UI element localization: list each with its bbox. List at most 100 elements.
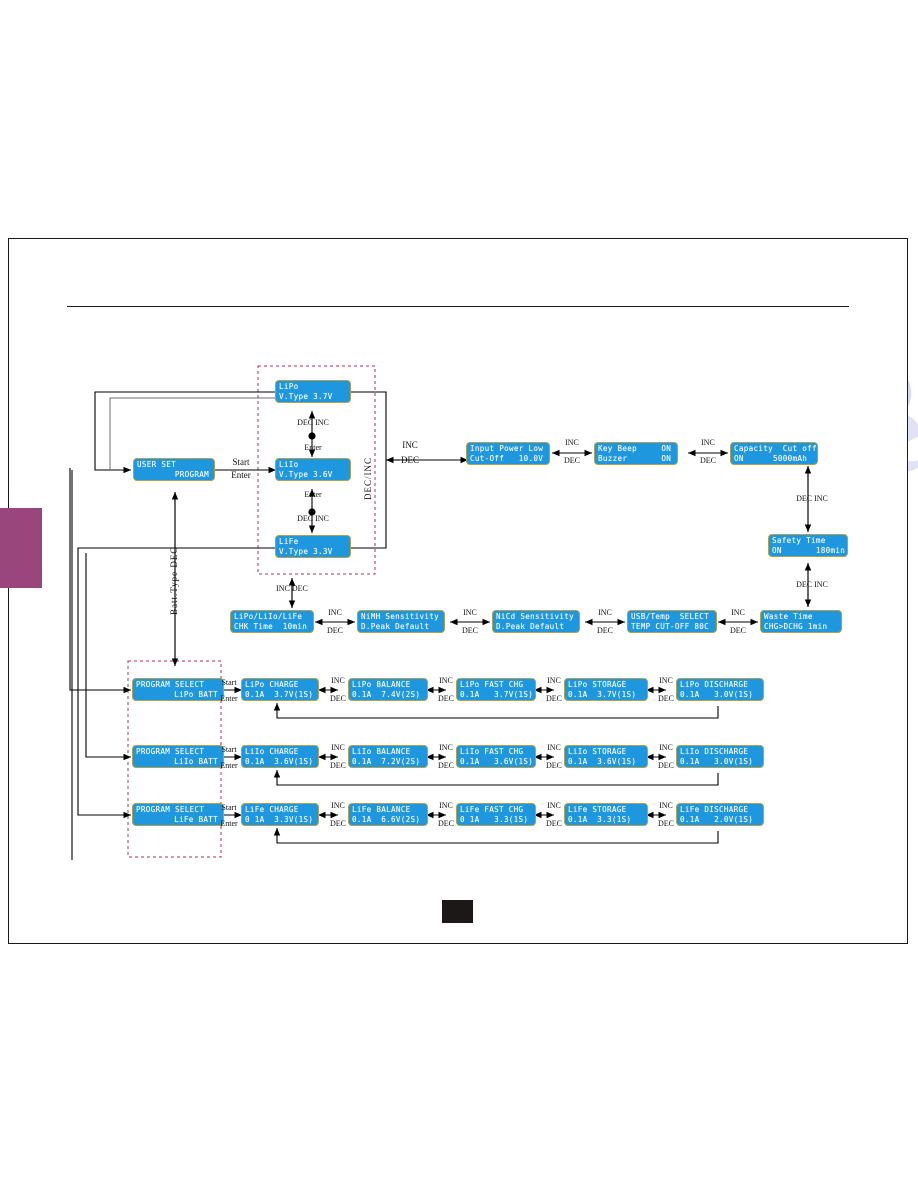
screen-user-set-program[interactable]: USER SET PROGRAM: [133, 458, 215, 481]
label-start-userset: Start: [232, 457, 250, 467]
screen-line-2: D.Peak Default: [361, 621, 430, 631]
screen-line-2: 0.1A 3.6V(1S): [245, 756, 314, 766]
screen-line-2: CHK Time 10min: [234, 621, 308, 631]
label-dec-lipo-1: DEC: [330, 694, 346, 703]
label-dec-liio-1: DEC: [330, 761, 346, 770]
screen-life-balance[interactable]: LiFe BALANCE 0.1A 6.6V(2S): [348, 803, 428, 826]
screen-line-1: LiFe: [279, 537, 299, 546]
screen-line-2: 0 1A 3.3(1S): [460, 814, 529, 824]
screen-lipo-charge[interactable]: LiPo CHARGE 0.1A 3.7V(1S): [241, 678, 319, 701]
label-enter-liio: Enter: [220, 761, 238, 770]
screen-line-1: USER SET: [137, 460, 176, 469]
screen-program-select-lipo[interactable]: PROGRAM SELECT LiPo BATT: [132, 678, 224, 701]
screen-waste-time[interactable]: Waste Time CHG>DCHG 1min: [760, 610, 842, 633]
screen-line-2: 0.1A 3.6V(1S): [568, 756, 637, 766]
label-start-life: Start: [221, 803, 237, 812]
screen-safety-time[interactable]: Safety Time ON 180min: [768, 534, 848, 557]
screen-life-storage[interactable]: LiFe STORAGE 0.1A 3.3(1S): [564, 803, 648, 826]
screen-line-1: LiIo BALANCE: [352, 747, 411, 756]
label-dec-life-2: DEC: [438, 819, 454, 828]
screen-line-1: LiPo: [279, 382, 299, 391]
label-inc-powerlow-keybeep: INC: [565, 438, 579, 447]
screen-lipo-vtype[interactable]: LiPo V.Type 3.7V: [275, 380, 351, 403]
screen-liio-vtype[interactable]: LiIo V.Type 3.6V: [275, 458, 351, 481]
screen-line-1: PROGRAM SELECT: [136, 680, 205, 689]
screen-liio-fast-chg[interactable]: LiIo FAST CHG 0.1A 3.6V(1S): [456, 745, 536, 768]
screen-line-1: LiPo/LiIo/LiFe: [234, 612, 303, 621]
screen-line-1: PROGRAM SELECT: [136, 747, 205, 756]
label-inc-life-2: INC: [439, 801, 453, 810]
screen-line-2: V.Type 3.7V: [279, 391, 333, 401]
screen-liio-balance[interactable]: LiIo BALANCE 0.1A 7.2V(2S): [348, 745, 428, 768]
screen-line-1: LiIo DISCHARGE: [680, 747, 749, 756]
label-dec-bus: DEC: [401, 455, 419, 465]
screen-line-1: LiPo CHARGE: [245, 680, 299, 689]
screen-line-2: CHG>DCHG 1min: [764, 621, 828, 631]
screen-life-discharge[interactable]: LiFe DISCHARGE 0.1A 2.0V(1S): [676, 803, 764, 826]
screen-line-2: TEMP CUT-OFF 80C: [631, 621, 709, 631]
label-inc-life-1: INC: [331, 801, 345, 810]
screen-line-1: LiFe CHARGE: [245, 805, 299, 814]
label-dec-nimh-nicd: DEC: [462, 626, 478, 635]
screen-nimh-sensitivity[interactable]: NiMH Sensitivity D.Peak Default: [357, 610, 445, 633]
label-dec-inc-liio-life: DEC INC: [297, 514, 329, 523]
label-inc-nicd-usb: INC: [598, 608, 612, 617]
label-dec-powerlow-keybeep: DEC: [564, 456, 580, 465]
screen-liio-charge[interactable]: LiIo CHARGE 0.1A 3.6V(1S): [241, 745, 319, 768]
screen-life-charge[interactable]: LiFe CHARGE 0 1A 3.3V(1S): [241, 803, 319, 826]
screen-line-2: 0.1A 3.7V(1S): [245, 689, 314, 699]
screen-chk-time[interactable]: LiPo/LiIo/LiFe CHK Time 10min: [230, 610, 314, 633]
screen-line-1: LiPo DISCHARGE: [680, 680, 749, 689]
screen-program-select-liio[interactable]: PROGRAM SELECT LiIo BATT: [132, 745, 224, 768]
screen-lipo-discharge[interactable]: LiPo DISCHARGE 0.1A 3.0V(1S): [676, 678, 764, 701]
label-inc-liio-4: INC: [659, 743, 673, 752]
screen-line-1: LiPo FAST CHG: [460, 680, 524, 689]
screen-usb-temp-select[interactable]: USB/Temp SELECT TEMP CUT-OFF 80C: [627, 610, 717, 633]
label-dec-inc-capacity-safety: DEC INC: [796, 494, 828, 503]
label-dec-chk-nimh: DEC: [327, 626, 343, 635]
label-inc-chk-nimh: INC: [328, 608, 342, 617]
screen-line-1: LiIo CHARGE: [245, 747, 299, 756]
screen-lipo-fast-chg[interactable]: LiPo FAST CHG 0.1A 3.7V(1S): [456, 678, 536, 701]
screen-line-1: LiPo BALANCE: [352, 680, 411, 689]
screen-line-2: 0.1A 3.7V(1S): [460, 689, 534, 699]
screen-nicd-sensitivity[interactable]: NiCd Sensitivity D.Peak Default: [492, 610, 580, 633]
label-inc-dec-chk-life: INC DEC: [276, 584, 308, 593]
label-enter-liio-life: Enter: [304, 490, 322, 499]
screen-line-1: LiFe FAST CHG: [460, 805, 524, 814]
label-dec-lipo-3: DEC: [546, 694, 562, 703]
screen-line-2: 0.1A 7.4V(2S): [352, 689, 421, 699]
screen-line-1: Input Power Low: [470, 444, 544, 453]
screen-lipo-balance[interactable]: LiPo BALANCE 0.1A 7.4V(2S): [348, 678, 428, 701]
label-inc-usb-waste: INC: [731, 608, 745, 617]
screen-line-2: LiFe BATT: [174, 814, 218, 824]
label-dec-keybeep-capacity: DEC: [700, 456, 716, 465]
screen-input-power-low[interactable]: Input Power Low Cut-Off 10.0V: [466, 442, 550, 465]
label-dec-lipo-2: DEC: [438, 694, 454, 703]
label-enter-lipo-liio: Enter: [304, 443, 322, 452]
screen-line-1: LiIo: [279, 460, 299, 469]
screen-liio-discharge[interactable]: LiIo DISCHARGE 0.1A 3.0V(1S): [676, 745, 764, 768]
screen-line-1: NiMH Sensitivity: [361, 612, 439, 621]
screen-program-select-life[interactable]: PROGRAM SELECT LiFe BATT: [132, 803, 224, 826]
screen-life-fast-chg[interactable]: LiFe FAST CHG 0 1A 3.3(1S): [456, 803, 536, 826]
screen-liio-storage[interactable]: LiIo STORAGE 0.1A 3.6V(1S): [564, 745, 648, 768]
label-dec-liio-2: DEC: [438, 761, 454, 770]
diagram-lines: [69, 365, 812, 860]
screen-lipo-storage[interactable]: LiPo STORAGE 0.1A 3.7V(1S): [564, 678, 648, 701]
label-enter-userset: Enter: [231, 470, 251, 480]
screen-line-1: LiFe STORAGE: [568, 805, 627, 814]
label-dec-liio-3: DEC: [546, 761, 562, 770]
label-inc-liio-1: INC: [331, 743, 345, 752]
label-inc-life-3: INC: [547, 801, 561, 810]
label-start-lipo: Start: [221, 678, 237, 687]
screen-line-2: 0.1A 6.6V(2S): [352, 814, 421, 824]
label-dec-inc-lipo-liio: DEC INC: [297, 418, 329, 427]
label-inc-nimh-nicd: INC: [463, 608, 477, 617]
screen-capacity-cutoff[interactable]: Capacity Cut off ON 5000mAh: [730, 442, 818, 465]
screen-line-2: LiIo BATT: [174, 756, 218, 766]
label-dec-liio-4: DEC: [658, 761, 674, 770]
screen-key-beep[interactable]: Key Beep ON Buzzer ON: [594, 442, 678, 465]
label-start-liio: Start: [221, 745, 237, 754]
screen-life-vtype[interactable]: LiFe V.Type 3.3V: [275, 535, 351, 558]
